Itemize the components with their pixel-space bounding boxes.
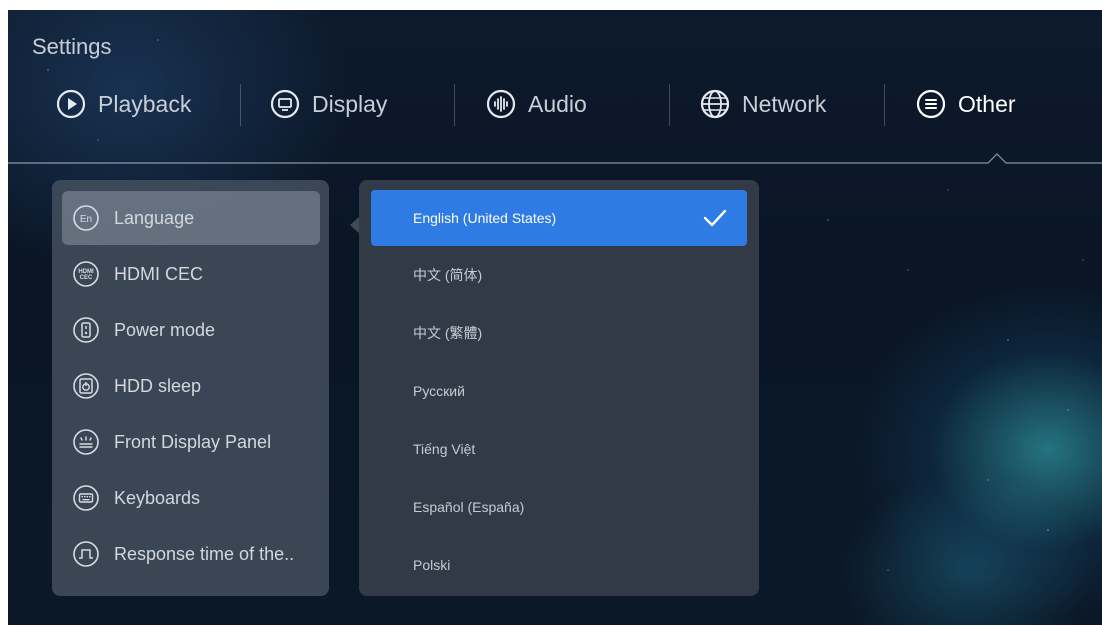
menu-item-keyboards[interactable]: Keyboards	[62, 471, 320, 525]
language-option-label: 中文 (简体)	[413, 267, 483, 283]
menu-circle-icon	[916, 89, 946, 119]
language-option-spanish[interactable]: Español (España)	[371, 479, 747, 535]
front-display-icon	[72, 428, 100, 456]
svg-text:CEC: CEC	[80, 275, 93, 281]
language-option-polish[interactable]: Polski	[371, 537, 747, 593]
language-option-label: Русский	[413, 383, 465, 399]
tab-label: Display	[312, 90, 388, 117]
language-list-panel: English (United States) 中文 (简体) 中文 (繁體) …	[359, 180, 759, 596]
tab-separator	[240, 84, 241, 126]
tab-label: Audio	[528, 90, 587, 117]
tab-display[interactable]: Display	[270, 82, 387, 126]
tab-other[interactable]: Other	[916, 82, 1016, 126]
checkmark-icon	[701, 205, 729, 231]
language-option-label: English (United States)	[413, 210, 557, 226]
svg-text:En: En	[80, 214, 92, 225]
menu-item-language[interactable]: En Language	[62, 191, 320, 245]
hdmi-cec-icon: HDMI CEC	[72, 260, 100, 288]
language-option-english-us[interactable]: English (United States)	[371, 190, 747, 246]
menu-item-label: Language	[114, 207, 195, 228]
menu-item-label: Response time of the..	[114, 543, 295, 564]
tab-playback[interactable]: Playback	[56, 82, 191, 126]
language-icon: En	[72, 204, 100, 232]
pulse-icon	[72, 540, 100, 568]
settings-screen: Settings Playback Display Audio Network …	[8, 10, 1102, 625]
settings-menu-panel: En Language HDMI CEC HDMI CEC Power mode …	[52, 180, 329, 596]
language-option-label: 中文 (繁體)	[413, 325, 483, 341]
tab-label: Playback	[98, 90, 192, 117]
menu-item-hdd-sleep[interactable]: HDD sleep	[62, 359, 320, 413]
menu-item-label: Front Display Panel	[114, 431, 272, 452]
globe-icon	[700, 89, 730, 119]
display-icon	[270, 89, 300, 119]
tab-separator	[454, 84, 455, 126]
tab-audio[interactable]: Audio	[486, 82, 587, 126]
menu-item-hdmi-cec[interactable]: HDMI CEC HDMI CEC	[62, 247, 320, 301]
menu-item-front-display-panel[interactable]: Front Display Panel	[62, 415, 320, 469]
audio-wave-icon	[486, 89, 516, 119]
menu-item-label: Power mode	[114, 319, 216, 340]
tab-network[interactable]: Network	[700, 82, 826, 126]
menu-item-label: HDD sleep	[114, 375, 202, 396]
language-option-russian[interactable]: Русский	[371, 363, 747, 419]
play-circle-icon	[56, 89, 86, 119]
tab-label: Other	[958, 90, 1016, 117]
tab-separator	[884, 84, 885, 126]
top-tab-bar: Playback Display Audio Network Other	[8, 82, 1102, 126]
menu-item-response-time[interactable]: Response time of the..	[62, 527, 320, 581]
power-mode-icon	[72, 316, 100, 344]
language-option-vietnamese[interactable]: Tiếng Việt	[371, 421, 747, 477]
menu-item-label: Keyboards	[114, 487, 201, 508]
tab-separator	[669, 84, 670, 126]
language-option-label: Polski	[413, 557, 451, 573]
language-option-chinese-traditional[interactable]: 中文 (繁體)	[371, 305, 747, 361]
page-title: Settings	[32, 34, 112, 59]
language-option-label: Tiếng Việt	[413, 441, 476, 457]
tab-divider	[8, 153, 1102, 164]
keyboard-icon	[72, 484, 100, 512]
submenu-pointer	[350, 217, 359, 233]
language-option-chinese-simplified[interactable]: 中文 (简体)	[371, 247, 747, 303]
tab-label: Network	[742, 90, 827, 117]
hdd-sleep-icon	[72, 372, 100, 400]
menu-item-label: HDMI CEC	[114, 263, 203, 284]
language-option-label: Español (España)	[413, 499, 525, 515]
menu-item-power-mode[interactable]: Power mode	[62, 303, 320, 357]
